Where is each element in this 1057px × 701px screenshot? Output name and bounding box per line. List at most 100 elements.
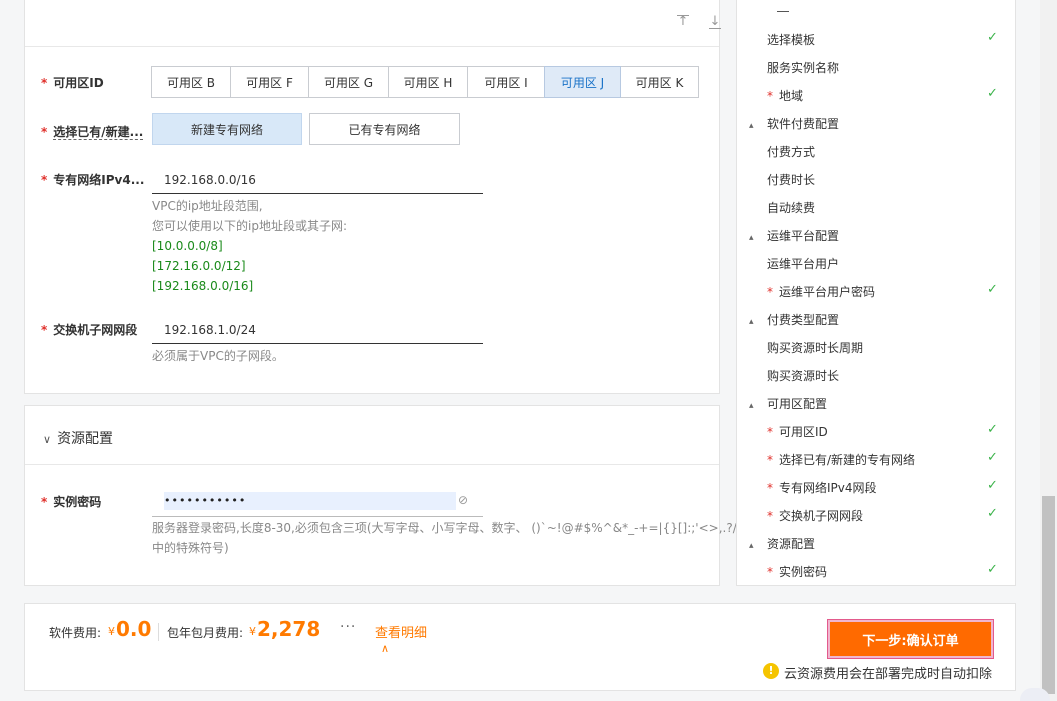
vpc-cidr-label: * 专有网络IPv4... [41,173,145,187]
check-icon: ✓ [987,562,998,577]
password-help: 服务器登录密码,长度8-30,必须包含三项(大写字母、小写字母、数字、 ()`~… [152,521,737,535]
existing-vpc-button[interactable]: 已有专有网络 [309,113,460,145]
resource-config-toggle[interactable]: ∨ 资源配置 [43,428,113,448]
nav-section[interactable]: ▴ 运维平台配置 [749,227,839,244]
nav-item[interactable]: * 运维平台用户密码 [767,283,875,300]
nav-section[interactable]: ▴ 资源配置 [749,535,815,552]
collapse-triangle-icon[interactable]: ▴ [749,233,767,243]
vswitch-help: 必须属于VPC的子网段。 [152,349,284,363]
az-option-g[interactable]: 可用区 G [308,66,389,98]
nav-label: 付费方式 [767,145,816,159]
cidr-range-192: [192.168.0.0/16] [152,279,254,293]
fee-separator [158,623,159,641]
az-option-h[interactable]: 可用区 H [388,66,468,98]
download-icon[interactable]: ↓ [708,15,722,29]
divider [25,464,719,465]
nav-label: 软件付费配置 [767,117,840,131]
password-help-2: 中的特殊符号) [152,541,229,555]
check-icon: ✓ [987,450,998,465]
nav-label: 可用区配置 [767,397,828,411]
check-icon: ✓ [987,506,998,521]
nav-item[interactable]: 付费方式 [767,143,815,160]
nav-item[interactable]: * 交换机子网网段 [767,507,863,524]
required-marker: * [767,565,773,579]
next-confirm-order-button[interactable]: 下一步:确认订单 [827,619,994,659]
required-marker: * [767,89,773,103]
step-navigation: 选择模板 ✓ 服务实例名称 * 地域 ✓ ▴ 软件付费配置 付费方式 付费时长 自动续费 ▴ 运维平台配… [736,0,1016,586]
subscription-fee-currency: ¥ [249,625,256,638]
az-selector: 可用区 B 可用区 F 可用区 G 可用区 H 可用区 I 可用区 J 可用区 … [151,66,699,98]
floating-widget[interactable] [1020,688,1050,701]
az-option-i[interactable]: 可用区 I [467,66,545,98]
vpc-cidr-help: VPC的ip地址段范围, [152,199,263,213]
collapse-triangle-icon[interactable]: ▴ [749,401,767,411]
az-option-k[interactable]: 可用区 K [620,66,699,98]
collapse-triangle-icon[interactable]: ▴ [749,121,767,131]
required-marker: * [767,509,773,523]
order-footer: 软件费用: ¥ 0.0 包年包月费用: ¥ 2,278 ··· 查看明细 ∧ 下… [24,603,1016,691]
subscription-fee-value: 2,278 [257,617,321,641]
nav-label: 选择模板 [767,33,816,47]
resource-config-panel: ∨ 资源配置 * 实例密码 ••••••••••• ⊘ 服务器登录密码,长度8-30… [24,405,737,586]
nav-section[interactable]: ▴ 付费类型配置 [749,311,839,328]
nav-item[interactable]: * 可用区ID [767,423,828,440]
az-label: * 可用区ID [41,76,104,90]
software-fee-value: 0.0 [116,617,152,641]
nav-section[interactable]: ▴ 软件付费配置 [749,115,839,132]
nav-section[interactable]: ▴ 可用区配置 [749,395,827,412]
check-icon: ✓ [987,30,998,45]
collapse-triangle-icon[interactable]: ▴ [749,317,767,327]
view-details-link[interactable]: 查看明细 [375,622,427,641]
az-option-b[interactable]: 可用区 B [151,66,231,98]
nav-item[interactable]: 选择模板 [767,31,815,48]
header-divider [25,46,719,47]
nav-label: 购买资源时长周期 [767,341,864,355]
cidr-range-10: [10.0.0.0/8] [152,239,223,253]
check-icon: ✓ [987,478,998,493]
nav-label: 付费类型配置 [767,313,840,327]
nav-label: 交换机子网网段 [779,509,864,523]
more-icon[interactable]: ··· [340,619,356,635]
collapse-triangle-icon[interactable]: ▴ [749,541,767,551]
required-marker: * [767,285,773,299]
nav-item[interactable]: * 选择已有/新建的专有网络 [767,451,915,468]
check-icon: ✓ [987,86,998,101]
nav-item[interactable]: * 专有网络IPv4网段 [767,479,877,496]
nav-label: 运维平台用户 [767,257,840,271]
vpc-choice-label: * 选择已有/新建... [41,125,144,140]
eye-hidden-icon[interactable]: ⊘ [458,493,472,507]
nav-item[interactable]: 自动续费 [767,199,815,216]
check-icon: ✓ [987,422,998,437]
nav-item[interactable]: 购买资源时长周期 [767,339,863,356]
nav-label: 专有网络IPv4网段 [779,481,877,495]
check-icon: ✓ [987,282,998,297]
password-underline [152,516,483,517]
collapse-up-icon[interactable]: ↑ [676,15,690,29]
warning-icon: ! [763,663,779,679]
new-vpc-button[interactable]: 新建专有网络 [152,113,302,145]
required-marker: * [767,425,773,439]
az-option-j[interactable]: 可用区 J [544,66,621,98]
nav-label: 付费时长 [767,173,816,187]
nav-item[interactable]: 运维平台用户 [767,255,839,272]
nav-label: 运维平台用户密码 [779,285,876,299]
vpc-cidr-input[interactable]: 192.168.0.0/16 [152,166,483,194]
nav-item[interactable]: 付费时长 [767,171,815,188]
vswitch-cidr-input[interactable]: 192.168.1.0/24 [152,316,483,344]
nav-label: 运维平台配置 [767,229,840,243]
vpc-cidr-help-2: 您可以使用以下的ip地址段或其子网: [152,219,347,233]
az-option-f[interactable]: 可用区 F [230,66,309,98]
cidr-range-172: [172.16.0.0/12] [152,259,246,273]
nav-item[interactable]: 购买资源时长 [767,367,839,384]
nav-item[interactable]: 服务实例名称 [767,59,839,76]
scrollbar-thumb[interactable] [1042,496,1055,694]
vswitch-label: * 交换机子网网段 [41,323,138,337]
chevron-up-icon[interactable]: ∧ [381,642,389,655]
chevron-down-icon: ∨ [43,433,52,446]
nav-item[interactable]: * 实例密码 [767,563,827,580]
nav-top-mark [777,11,789,12]
billing-notice: 云资源费用会在部署完成时自动扣除 [784,667,993,682]
nav-item[interactable]: * 地域 [767,87,803,104]
password-label: * 实例密码 [41,495,102,509]
password-input[interactable]: ••••••••••• [164,492,456,510]
